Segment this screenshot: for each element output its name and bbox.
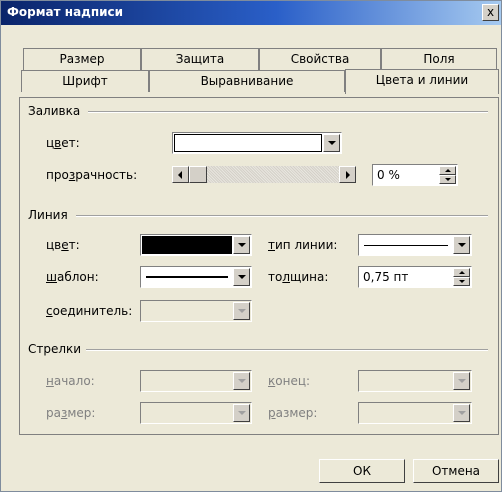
begin-arrow-label: начало: xyxy=(46,374,95,388)
begin-arrow-select[interactable] xyxy=(140,370,252,392)
spin-up-button[interactable] xyxy=(439,166,456,175)
fill-color-select[interactable] xyxy=(172,132,342,154)
end-arrow-dropdown-button[interactable] xyxy=(453,372,470,390)
end-size-value xyxy=(360,404,452,422)
chevron-down-icon xyxy=(238,275,246,279)
dash-pattern-sample xyxy=(146,276,228,278)
line-section-title: Линия xyxy=(28,208,68,222)
transparency-spinner[interactable]: 0 % xyxy=(372,164,458,186)
format-textbox-dialog: Формат надписи x Размер Защита Свойства … xyxy=(0,0,502,492)
line-color-label: цвет: xyxy=(46,238,80,252)
dash-pattern-select[interactable] xyxy=(140,266,252,288)
spin-up-button[interactable] xyxy=(453,268,470,277)
chevron-down-icon xyxy=(458,379,466,383)
arrows-section-title: Стрелки xyxy=(28,342,82,356)
line-color-select[interactable] xyxy=(140,234,252,256)
scroll-right-button[interactable] xyxy=(339,166,356,183)
end-arrow-label: конец: xyxy=(268,374,311,388)
ok-button[interactable]: ОК xyxy=(319,459,405,483)
line-color-dropdown-button[interactable] xyxy=(233,236,250,254)
dialog-title: Формат надписи xyxy=(7,5,124,19)
arrows-divider xyxy=(86,349,488,351)
tab-colors-and-lines[interactable]: Цвета и линии xyxy=(345,69,499,94)
end-size-dropdown-button[interactable] xyxy=(453,404,470,422)
close-button[interactable]: x xyxy=(482,4,499,21)
line-weight-label: толщина: xyxy=(268,270,329,284)
spin-down-icon xyxy=(445,178,451,181)
connector-label: соединитель: xyxy=(46,304,133,318)
transparency-label: прозрачность: xyxy=(46,168,138,182)
dash-pattern-label: шаблон: xyxy=(46,270,99,284)
end-arrow-select[interactable] xyxy=(358,370,472,392)
begin-size-dropdown-button[interactable] xyxy=(233,404,250,422)
chevron-down-icon xyxy=(458,243,466,247)
end-size-label: размер: xyxy=(268,406,318,420)
arrow-left-icon xyxy=(178,171,182,179)
dash-pattern-dropdown-button[interactable] xyxy=(233,268,250,286)
chevron-down-icon xyxy=(238,243,246,247)
connector-value xyxy=(142,302,232,320)
tab-size[interactable]: Размер xyxy=(23,48,141,70)
end-size-select[interactable] xyxy=(358,402,472,424)
line-type-label: тип линии: xyxy=(268,238,338,252)
line-divider xyxy=(76,215,488,217)
spin-down-button[interactable] xyxy=(453,277,470,286)
chevron-down-icon xyxy=(238,379,246,383)
line-type-sample xyxy=(364,245,448,246)
tab-font[interactable]: Шрифт xyxy=(21,70,149,92)
line-weight-spinner[interactable]: 0,75 пт xyxy=(358,266,472,288)
connector-select[interactable] xyxy=(140,300,252,322)
line-weight-value: 0,75 пт xyxy=(363,270,409,284)
tab-protection[interactable]: Защита xyxy=(141,48,259,70)
chevron-down-icon xyxy=(458,411,466,415)
fill-color-label: цвет: xyxy=(46,136,80,150)
begin-size-value xyxy=(142,404,232,422)
tab-fields[interactable]: Поля xyxy=(381,48,497,70)
begin-size-select[interactable] xyxy=(140,402,252,424)
line-type-preview xyxy=(360,236,452,254)
transparency-value: 0 % xyxy=(377,168,400,182)
tab-alignment[interactable]: Выравнивание xyxy=(149,70,345,92)
scroll-left-button[interactable] xyxy=(172,166,189,183)
cancel-button[interactable]: Отмена xyxy=(413,459,499,483)
fill-color-swatch xyxy=(174,134,322,152)
close-icon: x xyxy=(486,5,495,19)
begin-arrow-value xyxy=(142,372,232,390)
connector-dropdown-button[interactable] xyxy=(233,302,250,320)
tab-properties[interactable]: Свойства xyxy=(259,48,381,70)
line-color-swatch xyxy=(142,236,232,254)
line-type-dropdown-button[interactable] xyxy=(453,236,470,254)
spin-up-icon xyxy=(459,271,465,274)
chevron-down-icon xyxy=(328,141,336,145)
title-bar[interactable]: Формат надписи x xyxy=(1,1,501,25)
chevron-down-icon xyxy=(238,309,246,313)
chevron-down-icon xyxy=(238,411,246,415)
fill-color-dropdown-button[interactable] xyxy=(323,134,340,152)
fill-section-title: Заливка xyxy=(28,104,81,118)
dash-pattern-preview xyxy=(142,268,232,286)
end-arrow-value xyxy=(360,372,452,390)
colors-lines-panel: Заливка цвет: прозрачность: 0 % Линия цв… xyxy=(19,97,499,435)
transparency-slider-thumb[interactable] xyxy=(189,166,207,183)
begin-size-label: размер: xyxy=(46,406,96,420)
spin-down-icon xyxy=(459,280,465,283)
transparency-slider[interactable] xyxy=(172,166,356,183)
line-type-select[interactable] xyxy=(358,234,472,256)
arrow-right-icon xyxy=(346,171,350,179)
fill-divider xyxy=(88,111,488,113)
begin-arrow-dropdown-button[interactable] xyxy=(233,372,250,390)
spin-up-icon xyxy=(445,169,451,172)
spin-down-button[interactable] xyxy=(439,175,456,184)
